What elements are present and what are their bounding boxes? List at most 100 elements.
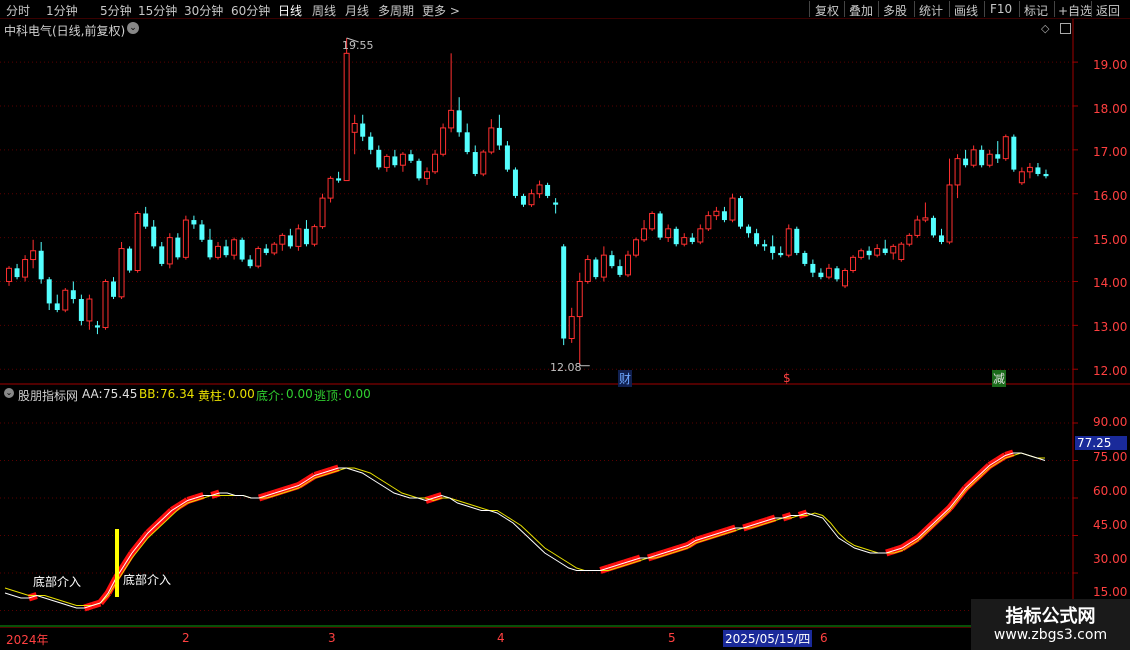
candle-body — [850, 256, 857, 272]
candle-body — [239, 239, 245, 260]
candle-body — [890, 245, 897, 254]
candle-body — [746, 226, 752, 234]
candle-body — [914, 219, 921, 236]
indicator-yellow-value: 0.00 — [228, 387, 255, 401]
candle-body — [1043, 173, 1049, 177]
date-axis-label: 2024年 — [6, 633, 49, 647]
candle-body — [327, 177, 334, 199]
low-price-label: 12.08 — [550, 361, 582, 374]
candle-body — [721, 211, 727, 221]
candle-body — [938, 235, 944, 242]
candle-body — [295, 228, 302, 247]
price-axis-tick: 19.00 — [1093, 58, 1128, 72]
date-axis-label: 6 — [820, 631, 828, 645]
candle-body — [713, 210, 720, 217]
indicator-top-label: 逃顶: — [314, 389, 343, 403]
candle-body — [561, 246, 567, 339]
diamond-icon[interactable]: ◇ — [1041, 22, 1049, 35]
candle-body — [263, 248, 269, 253]
candle-body — [432, 153, 439, 173]
candle-body — [472, 152, 478, 174]
candle-body — [368, 136, 374, 150]
candle-body — [584, 259, 591, 282]
candle-body — [360, 123, 366, 137]
candle-body — [175, 237, 181, 258]
candle-body — [657, 213, 663, 238]
candle-body — [568, 316, 575, 340]
candle-body — [528, 193, 535, 206]
candle-body — [424, 171, 431, 179]
indicator-bb-value: 76.34 — [160, 387, 195, 401]
candle-body — [151, 226, 157, 247]
candle-body — [970, 149, 977, 166]
candle-body — [488, 127, 495, 153]
event-marker-finance[interactable]: 财 — [618, 370, 633, 387]
site-watermark: 指标公式网 www.zbgs3.com — [971, 599, 1130, 650]
indicator-axis-tick: 75.00 — [1093, 450, 1128, 464]
candle-body — [319, 197, 326, 228]
chevron-down-icon[interactable]: ⌄ — [127, 22, 139, 34]
candle-body — [553, 202, 559, 205]
candle-body — [609, 255, 615, 267]
candle-body — [456, 110, 462, 133]
candle-body — [62, 289, 69, 311]
date-axis-label: 3 — [328, 631, 336, 645]
candle-body — [392, 156, 398, 166]
indicator-top-value: 0.00 — [344, 387, 371, 401]
date-axis-label: 5 — [668, 631, 676, 645]
candle-body — [520, 195, 526, 205]
candlestick-series — [6, 37, 1049, 367]
candle-body — [1026, 166, 1033, 173]
candle-body — [738, 198, 744, 227]
candle-body — [311, 226, 318, 245]
candle-body — [376, 149, 382, 168]
candle-body — [143, 213, 149, 227]
candle-body — [102, 280, 109, 329]
candle-body — [223, 246, 229, 256]
candle-body — [207, 239, 213, 258]
bottom-entry-annotation: 底部介入 — [33, 575, 82, 589]
candle-body — [1002, 136, 1009, 160]
panel-toggle-icon[interactable] — [1060, 23, 1071, 34]
candle-body — [995, 154, 1001, 159]
candle-body — [770, 246, 776, 253]
candle-body — [576, 280, 583, 318]
candle-body — [480, 151, 487, 175]
candle-body — [946, 184, 953, 243]
candle-body — [930, 217, 936, 236]
indicator-toggle-icon[interactable]: ⌄ — [4, 388, 14, 398]
candle-body — [802, 252, 808, 264]
candle-body — [22, 259, 29, 278]
candle-body — [624, 254, 631, 276]
candle-body — [979, 149, 985, 166]
candle-body — [754, 233, 760, 245]
candle-body — [166, 237, 173, 265]
candle-body — [279, 234, 286, 245]
candle-body — [182, 219, 189, 258]
candle-body — [159, 246, 165, 264]
watermark-url: www.zbgs3.com — [993, 627, 1108, 643]
candle-body — [545, 184, 551, 196]
candle-body — [255, 248, 262, 267]
candle-body — [810, 263, 816, 273]
candle-body — [191, 220, 197, 225]
candle-body — [399, 153, 406, 166]
indicator-name[interactable]: 股朋指标网 — [18, 387, 78, 404]
event-marker-reduce[interactable]: 减 — [992, 370, 1007, 387]
event-marker-dividend[interactable]: $ — [783, 371, 791, 385]
candle-body — [785, 228, 792, 256]
price-axis-tick: 18.00 — [1093, 102, 1128, 116]
price-axis-tick: 17.00 — [1093, 145, 1128, 159]
indicator-aa-label: AA: — [82, 387, 103, 401]
candle-body — [697, 228, 704, 243]
price-axis-tick: 12.00 — [1093, 364, 1128, 378]
candle-body — [778, 252, 784, 256]
candle-body — [336, 178, 342, 181]
candle-body — [448, 109, 455, 129]
stock-title[interactable]: 中科电气(日线,前复权) — [4, 22, 125, 39]
candle-body — [287, 235, 293, 247]
candle-body — [689, 237, 695, 242]
candle-body — [118, 248, 125, 298]
candle-body — [111, 281, 117, 297]
candle-body — [794, 228, 800, 253]
